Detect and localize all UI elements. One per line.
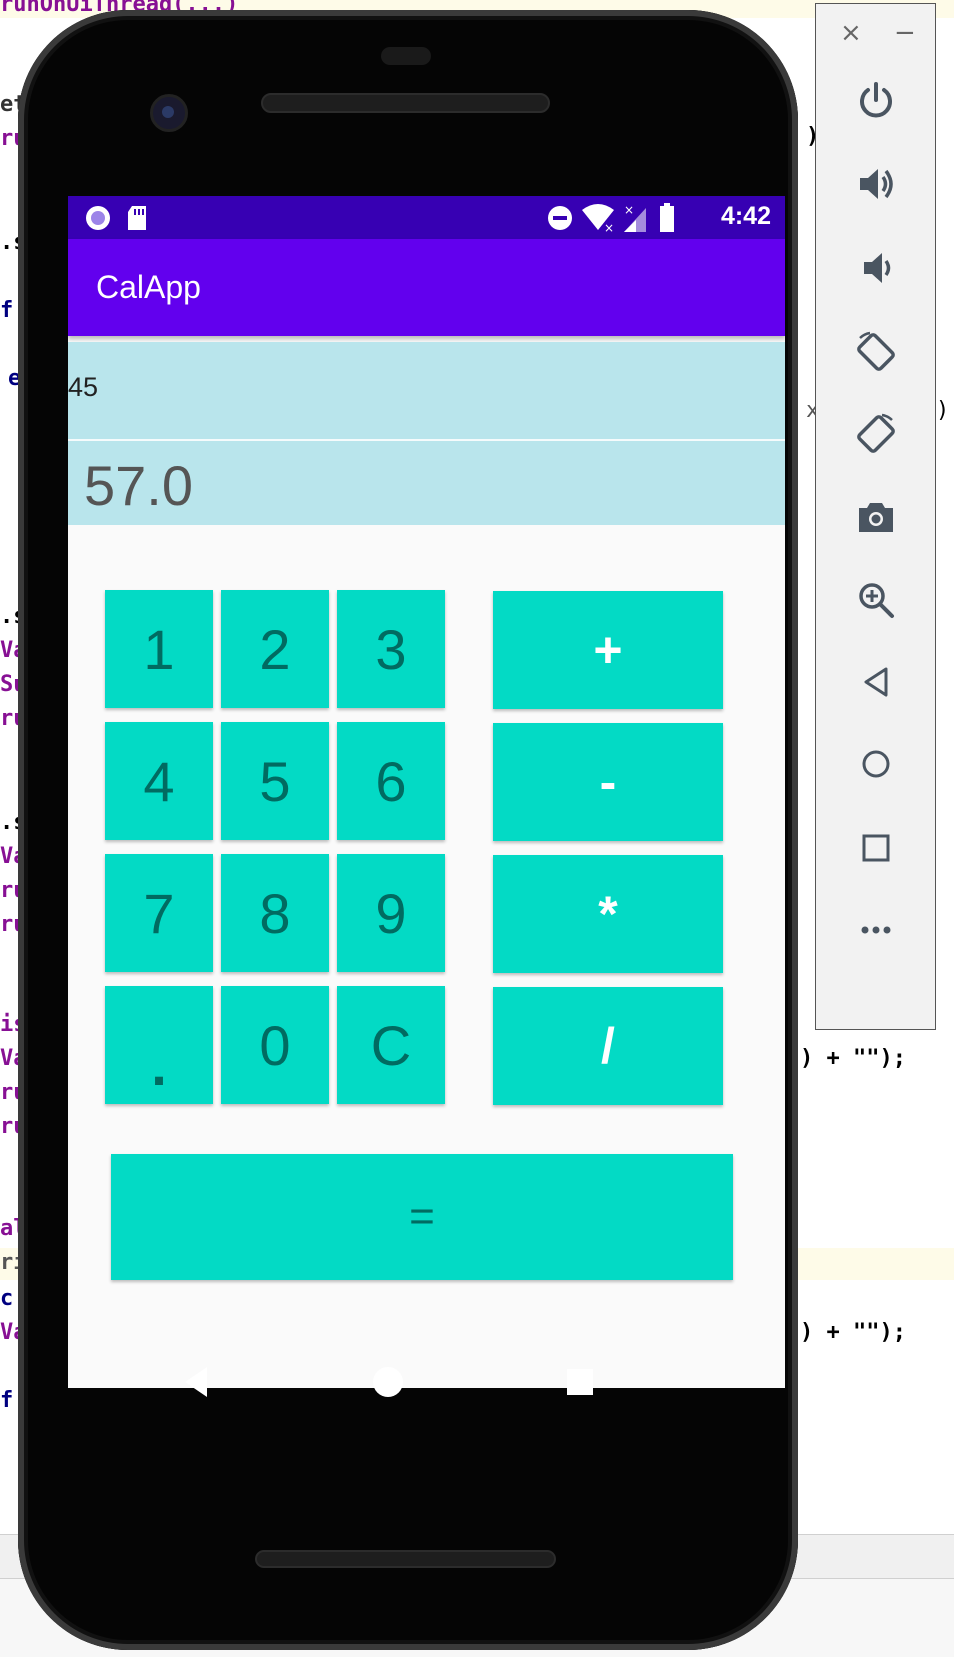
nav-overview-button[interactable] [550,1352,610,1412]
nav-overview-icon [567,1369,593,1395]
key-clear-button[interactable]: C [337,986,445,1104]
key-3-button[interactable]: 3 [337,590,445,708]
divide-button[interactable]: / [493,987,723,1105]
battery-icon [660,203,674,232]
more-icon [861,926,891,934]
zoom-icon [859,583,894,618]
nav-back-button[interactable] [166,1352,226,1412]
nav-back-icon [185,1367,207,1397]
key-6-button[interactable]: 6 [337,722,445,840]
record-icon [86,206,110,230]
power-icon [860,82,892,118]
equals-button[interactable]: = [111,1154,733,1280]
power-button[interactable] [850,74,902,126]
overview-button[interactable] [850,822,902,874]
code-snippet: ) + ""); [800,1320,906,1345]
phone-screen: × × 4:42 CalApp 45 57.0 1 2 3 4 5 6 7 8 … [68,196,785,1388]
key-8-button[interactable]: 8 [221,854,329,972]
camera-icon [859,503,893,532]
nav-home-button[interactable] [358,1352,418,1412]
phone-frame: × × 4:42 CalApp 45 57.0 1 2 3 4 5 6 7 8 … [18,10,798,1650]
svg-text:×: × [624,203,634,217]
key-1-button[interactable]: 1 [105,590,213,708]
earpiece-speaker [261,93,550,113]
volume-up-icon [860,169,893,199]
proximity-sensor [381,47,431,65]
minimize-button[interactable]: − [894,18,916,48]
status-bar: × × 4:42 [68,196,785,239]
overview-icon [862,834,890,862]
key-0-button[interactable]: 0 [221,986,329,1104]
multiply-button[interactable]: * [493,855,723,973]
rotate-right-button[interactable] [850,408,902,460]
home-button[interactable] [850,738,902,790]
plus-button[interactable]: + [493,591,723,709]
front-camera [150,94,188,132]
emulator-toolbar: × − [815,3,936,1030]
expression-input[interactable]: 45 [68,342,785,439]
zoom-button[interactable] [850,574,902,626]
code-line: f [0,1388,14,1413]
home-icon [862,750,890,778]
rotate-left-icon [857,331,895,371]
bottom-speaker [255,1550,556,1568]
code-snippet: ) + ""); [800,1046,906,1071]
toolbar-window-controls: × − [816,18,935,58]
code-line: c [0,1286,14,1311]
key-7-button[interactable]: 7 [105,854,213,972]
key-4-button[interactable]: 4 [105,722,213,840]
back-icon [864,667,888,697]
key-dot-button[interactable]: . [105,986,213,1104]
status-time: 4:42 [720,202,771,230]
key-9-button[interactable]: 9 [337,854,445,972]
volume-down-button[interactable] [850,242,902,294]
sd-card-icon [128,206,146,230]
rotate-left-button[interactable] [850,326,902,378]
key-2-button[interactable]: 2 [221,590,329,708]
app-bar: CalApp [68,239,785,336]
volume-up-button[interactable] [850,158,902,210]
signal-icon: × [624,203,646,232]
svg-text:×: × [604,221,614,234]
more-button[interactable] [850,904,902,956]
minus-button[interactable]: - [493,723,723,841]
rotate-right-icon [857,413,895,453]
code-line: f [0,298,14,323]
close-button[interactable]: × [840,18,862,48]
dnd-icon [548,206,572,230]
result-display: 57.0 [68,441,785,525]
back-button[interactable] [850,656,902,708]
key-5-button[interactable]: 5 [221,722,329,840]
result-value: 57.0 [84,454,193,517]
code-snippet: ) [936,398,950,423]
volume-down-icon [864,253,891,283]
nav-home-icon [373,1367,403,1397]
app-title: CalApp [96,269,201,305]
screenshot-button[interactable] [850,491,902,543]
wifi-icon: × [582,204,614,234]
expression-value: 45 [68,372,99,402]
